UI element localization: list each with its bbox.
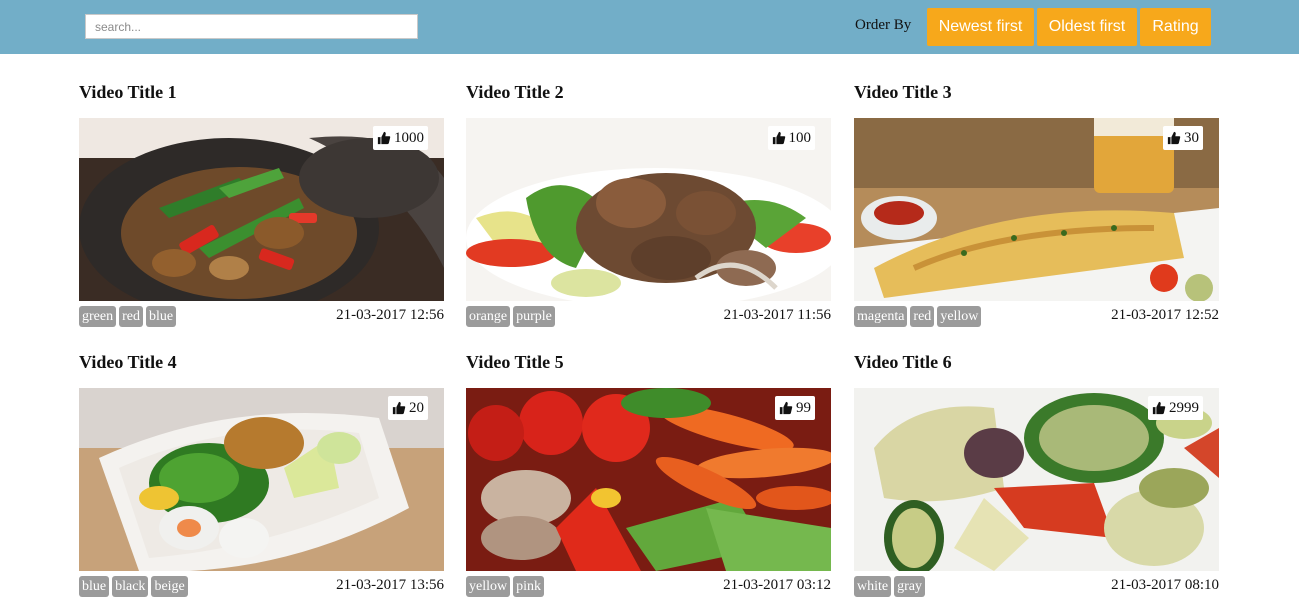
likes-badge: 1000	[373, 126, 428, 150]
thumbs-up-icon	[772, 131, 785, 145]
video-date: 21-03-2017 11:56	[723, 307, 831, 323]
video-thumbnail[interactable]: 100	[466, 118, 831, 301]
likes-count: 2999	[1169, 400, 1199, 416]
tag-list: magenta red yellow	[854, 306, 982, 327]
tag[interactable]: blue	[145, 306, 177, 327]
tag[interactable]: red	[119, 306, 143, 327]
tag-list: blue black beige	[79, 576, 188, 597]
video-title[interactable]: Video Title 2	[466, 82, 831, 102]
likes-badge: 30	[1163, 126, 1203, 150]
tag[interactable]: pink	[513, 576, 544, 597]
tag[interactable]: white	[854, 576, 892, 597]
video-date: 21-03-2017 08:10	[1111, 577, 1219, 593]
video-title[interactable]: Video Title 5	[466, 352, 831, 372]
video-title[interactable]: Video Title 6	[854, 352, 1219, 372]
tag[interactable]: yellow	[937, 306, 982, 327]
video-date: 21-03-2017 13:56	[336, 577, 444, 593]
video-card[interactable]: Video Title 3 30 magenta red yellow 21-0…	[854, 82, 1219, 327]
likes-badge: 99	[775, 396, 815, 420]
rating-button[interactable]: Rating	[1140, 8, 1211, 46]
likes-badge: 20	[388, 396, 428, 420]
video-title[interactable]: Video Title 1	[79, 82, 444, 102]
likes-count: 30	[1184, 130, 1199, 146]
newest-first-button[interactable]: Newest first	[927, 8, 1034, 46]
oldest-first-button[interactable]: Oldest first	[1037, 8, 1137, 46]
video-card[interactable]: Video Title 6 2999 white gray 21-03-2017…	[854, 352, 1219, 597]
tag[interactable]: magenta	[854, 306, 908, 327]
video-thumbnail[interactable]: 30	[854, 118, 1219, 301]
tag[interactable]: yellow	[466, 576, 511, 597]
video-card[interactable]: Video Title 2 100 orange purple 21-03-20…	[466, 82, 831, 327]
tag-list: orange purple	[466, 306, 555, 327]
video-card[interactable]: Video Title 5 99 yellow pink 21-03-2017 …	[466, 352, 831, 597]
video-title[interactable]: Video Title 4	[79, 352, 444, 372]
top-bar: Order By Newest first Oldest first Ratin…	[0, 0, 1299, 54]
thumbs-up-icon	[392, 401, 406, 415]
video-meta: blue black beige 21-03-2017 13:56	[79, 576, 444, 598]
order-by-label: Order By	[855, 17, 912, 33]
tag[interactable]: blue	[79, 576, 110, 597]
tag[interactable]: red	[910, 306, 935, 327]
tag[interactable]: green	[79, 306, 117, 327]
video-thumbnail[interactable]: 2999	[854, 388, 1219, 571]
tag-list: yellow pink	[466, 576, 544, 597]
tag[interactable]: orange	[466, 306, 511, 327]
likes-badge: 100	[767, 126, 815, 150]
video-meta: magenta red yellow 21-03-2017 12:52	[854, 306, 1219, 328]
tag[interactable]: black	[112, 576, 149, 597]
video-thumbnail[interactable]: 1000	[79, 118, 444, 301]
video-date: 21-03-2017 03:12	[723, 577, 831, 593]
video-date: 21-03-2017 12:52	[1111, 307, 1219, 323]
tag-list: white gray	[854, 576, 925, 597]
thumbs-up-icon	[779, 401, 793, 415]
video-meta: orange purple 21-03-2017 11:56	[466, 306, 831, 328]
video-thumbnail[interactable]: 20	[79, 388, 444, 571]
tag[interactable]: gray	[894, 576, 925, 597]
likes-count: 99	[796, 400, 811, 416]
likes-count: 20	[409, 400, 424, 416]
likes-count: 100	[788, 130, 812, 146]
video-meta: green red blue 21-03-2017 12:56	[79, 306, 444, 328]
video-title[interactable]: Video Title 3	[854, 82, 1219, 102]
tag[interactable]: beige	[151, 576, 188, 597]
video-meta: yellow pink 21-03-2017 03:12	[466, 576, 831, 598]
likes-count: 1000	[394, 130, 424, 146]
thumbs-up-icon	[1152, 401, 1166, 415]
video-card[interactable]: Video Title 4 20 blue black beige 21-03-…	[79, 352, 444, 597]
video-date: 21-03-2017 12:56	[336, 307, 444, 323]
tag[interactable]: purple	[513, 306, 555, 327]
thumbs-up-icon	[377, 131, 391, 145]
likes-badge: 2999	[1148, 396, 1203, 420]
video-card[interactable]: Video Title 1 1000 green red blue 21-03-…	[79, 82, 444, 327]
thumbs-up-icon	[1167, 131, 1181, 145]
video-thumbnail[interactable]: 99	[466, 388, 831, 571]
search-input[interactable]	[85, 14, 418, 39]
video-meta: white gray 21-03-2017 08:10	[854, 576, 1219, 598]
tag-list: green red blue	[79, 306, 177, 327]
